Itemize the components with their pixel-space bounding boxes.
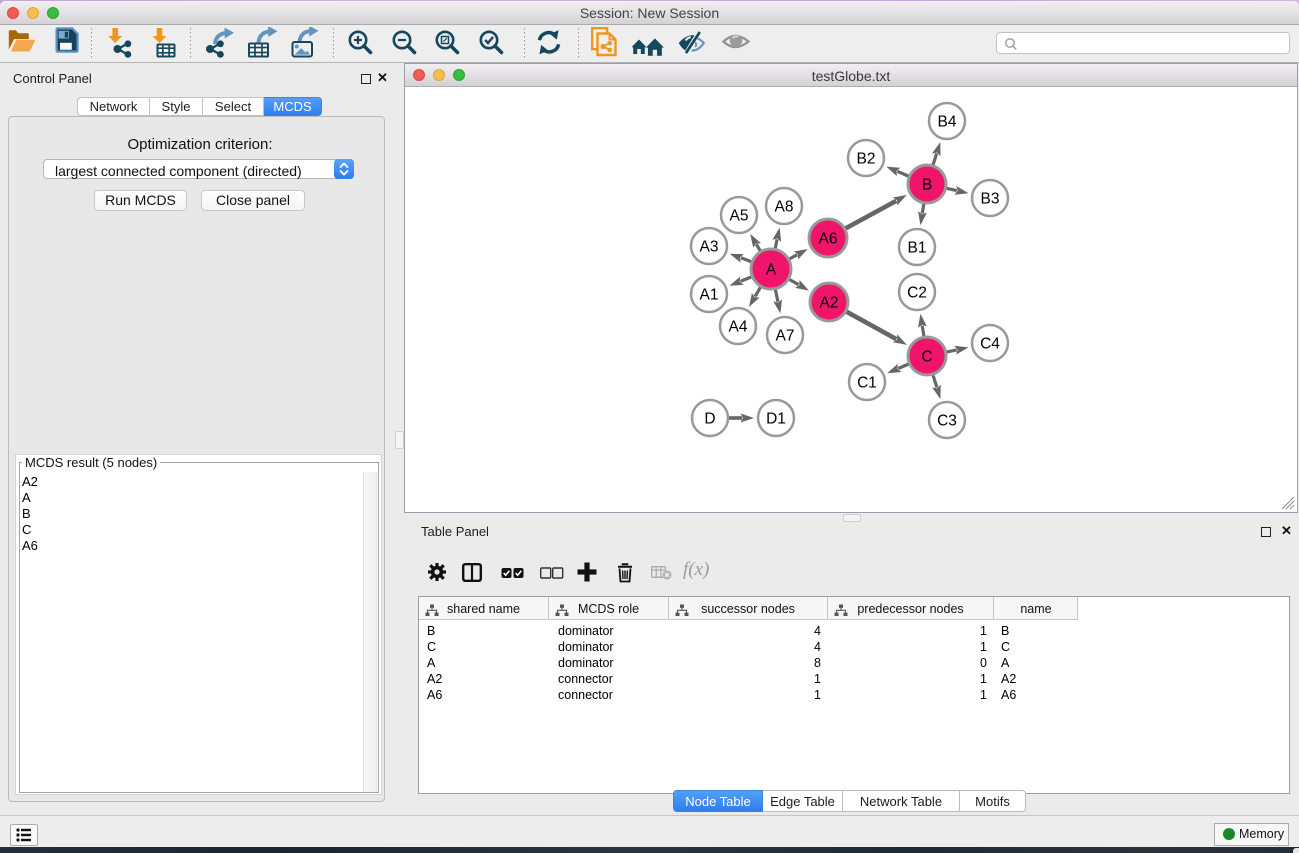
svg-text:B4: B4 bbox=[938, 114, 957, 131]
svg-text:C2: C2 bbox=[907, 285, 927, 302]
svg-text:A: A bbox=[766, 262, 777, 279]
svg-text:C4: C4 bbox=[980, 336, 1000, 353]
svg-text:C3: C3 bbox=[937, 413, 957, 430]
svg-text:A1: A1 bbox=[700, 287, 719, 304]
svg-text:D1: D1 bbox=[766, 411, 786, 428]
svg-text:A2: A2 bbox=[820, 295, 839, 312]
svg-text:B: B bbox=[922, 177, 932, 194]
svg-text:A8: A8 bbox=[775, 199, 794, 216]
svg-text:B2: B2 bbox=[857, 151, 876, 168]
svg-text:A3: A3 bbox=[700, 239, 719, 256]
svg-text:C: C bbox=[921, 349, 932, 366]
svg-text:A7: A7 bbox=[776, 328, 795, 345]
svg-text:D: D bbox=[704, 411, 715, 428]
svg-text:C1: C1 bbox=[857, 375, 877, 392]
svg-text:B3: B3 bbox=[981, 191, 1000, 208]
svg-text:B1: B1 bbox=[908, 240, 927, 257]
svg-text:A5: A5 bbox=[730, 208, 749, 225]
svg-text:A4: A4 bbox=[729, 319, 748, 336]
svg-text:A6: A6 bbox=[819, 231, 838, 248]
